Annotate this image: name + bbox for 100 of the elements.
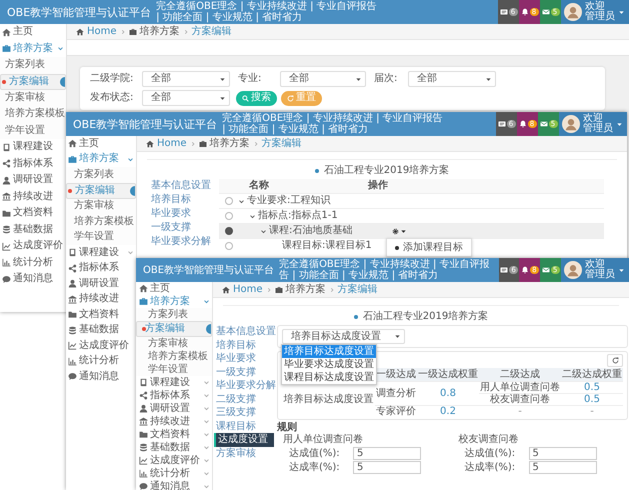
sidebar-item[interactable]: 基础数据 bbox=[0, 222, 66, 238]
sidebar-item[interactable]: 统计分析 bbox=[0, 254, 66, 271]
breadcrumb-link[interactable]: 培养方案 bbox=[210, 138, 250, 150]
breadcrumb-link[interactable]: Home bbox=[87, 26, 117, 38]
sidebar-item[interactable]: 培养方案 bbox=[66, 152, 136, 167]
tab[interactable]: 毕业要求分解 bbox=[214, 379, 274, 392]
select-field[interactable]: 全部 bbox=[280, 71, 366, 87]
sidebar-subitem[interactable]: 方案编辑 bbox=[0, 74, 66, 90]
refresh-button[interactable] bbox=[607, 354, 623, 367]
column-header: 二级达成权重 bbox=[562, 369, 622, 380]
sidebar-item[interactable]: 统计分析 bbox=[66, 354, 136, 369]
sidebar-item[interactable]: 通知消息 bbox=[136, 480, 212, 490]
weight-link[interactable]: 0.8 bbox=[440, 388, 456, 399]
sidebar-item[interactable]: 课程建设 bbox=[136, 376, 212, 389]
sidebar-item[interactable]: 调研设置 bbox=[0, 172, 66, 188]
select-field[interactable]: 培养目标达成度设置 bbox=[282, 329, 405, 344]
list-icon bbox=[500, 266, 508, 274]
table-cell: 调查分析 bbox=[376, 388, 416, 399]
sidebar-item[interactable]: 主页 bbox=[66, 136, 136, 152]
caret-icon bbox=[219, 94, 226, 102]
tab[interactable]: 培养目标 bbox=[214, 338, 274, 352]
breadcrumb-current: 方案编辑 bbox=[338, 284, 378, 296]
avatar[interactable] bbox=[564, 261, 582, 279]
select-field[interactable]: 全部 bbox=[408, 71, 496, 87]
tab[interactable]: 基本信息设置 bbox=[214, 325, 274, 338]
app-title: OBE教学智能管理与认证平台 bbox=[143, 264, 274, 276]
sidebar-item[interactable]: 达成度评价 bbox=[66, 338, 136, 354]
sidebar-item[interactable]: 培养方案 bbox=[0, 40, 66, 57]
tab[interactable]: 一级支撑 bbox=[149, 221, 213, 235]
sidebar-item[interactable]: 持续改进 bbox=[136, 415, 212, 428]
breadcrumb-link[interactable]: 培养方案 bbox=[286, 284, 326, 296]
table-cell: 专家评价 bbox=[376, 406, 416, 417]
plan-title: 石油工程专业2019培养方案 bbox=[362, 311, 488, 323]
sidebar-item[interactable]: 主页 bbox=[0, 24, 66, 40]
menu-item[interactable]: 添加课程目标 bbox=[387, 241, 471, 254]
dropdown-option[interactable]: 培养目标达成度设置 bbox=[282, 345, 376, 358]
sidebar-item[interactable]: 文档资料 bbox=[0, 205, 66, 222]
dropdown-option[interactable]: 毕业要求达成度设置 bbox=[282, 358, 376, 371]
tab[interactable]: 毕业要求 bbox=[214, 352, 274, 366]
sidebar-item[interactable]: 统计分析 bbox=[136, 467, 212, 480]
select-field[interactable]: 全部 bbox=[142, 71, 230, 87]
avatar[interactable] bbox=[564, 3, 582, 21]
sidebar-item[interactable]: 基础数据 bbox=[66, 322, 136, 338]
sidebar-item[interactable]: 通知消息 bbox=[66, 369, 136, 384]
input-field[interactable]: 5 bbox=[528, 461, 596, 474]
sidebar-item[interactable]: 调研设置 bbox=[66, 276, 136, 292]
breadcrumb-link[interactable]: Home bbox=[157, 138, 187, 150]
select-field[interactable]: 全部 bbox=[142, 90, 230, 106]
tab[interactable]: 达成度设置 bbox=[214, 433, 274, 446]
weight-link[interactable]: 0.5 bbox=[584, 382, 600, 393]
sidebar-item[interactable]: 课程建设 bbox=[0, 139, 66, 156]
weight-link[interactable]: 0.5 bbox=[584, 394, 600, 405]
sidebar-item[interactable]: 课程建设 bbox=[66, 245, 136, 260]
sidebar-item[interactable]: 指标体系 bbox=[136, 389, 212, 402]
radio-button[interactable] bbox=[225, 227, 233, 235]
home-icon bbox=[222, 286, 230, 294]
sidebar-item[interactable]: 指标体系 bbox=[0, 156, 66, 172]
tab[interactable]: 基本信息设置 bbox=[149, 179, 213, 193]
sidebar-item[interactable]: 培养方案 bbox=[136, 295, 212, 308]
radio-button[interactable] bbox=[225, 242, 233, 250]
tab[interactable]: 三级支撑 bbox=[214, 406, 274, 420]
input-field[interactable]: 5 bbox=[353, 447, 421, 460]
list-icon bbox=[500, 8, 508, 16]
tree-node-label: 指标点:指标点1-1 bbox=[258, 210, 338, 222]
breadcrumb-link[interactable]: 培养方案 bbox=[140, 26, 180, 38]
refresh-icon bbox=[612, 357, 618, 364]
sidebar-subitem[interactable]: 方案编辑 bbox=[66, 182, 136, 198]
input-field[interactable]: 5 bbox=[528, 447, 596, 460]
tree-node-label: 课程目标:课程目标1 bbox=[282, 240, 372, 252]
sidebar-item[interactable]: 基础数据 bbox=[136, 441, 212, 454]
sidebar-item[interactable]: 指标体系 bbox=[66, 260, 136, 276]
tab[interactable]: 课程目标 bbox=[214, 420, 274, 433]
envelope-icon bbox=[542, 266, 550, 274]
breadcrumb-link[interactable]: Home bbox=[233, 284, 263, 296]
input-field[interactable]: 5 bbox=[353, 461, 421, 474]
sidebar-subitem[interactable]: 方案编辑 bbox=[136, 321, 212, 337]
sidebar-item[interactable]: 持续改进 bbox=[66, 292, 136, 307]
book-icon bbox=[139, 378, 148, 387]
tab[interactable]: 二级支撑 bbox=[214, 392, 274, 406]
sidebar-item[interactable]: 主页 bbox=[136, 282, 212, 295]
sidebar-item[interactable]: 调研设置 bbox=[136, 402, 212, 415]
radio-button[interactable] bbox=[225, 212, 233, 220]
sidebar-item[interactable]: 持续改进 bbox=[0, 188, 66, 205]
avatar[interactable] bbox=[562, 115, 580, 133]
weight-link[interactable]: 0.2 bbox=[440, 406, 456, 417]
tab[interactable]: 方案审核 bbox=[214, 446, 274, 460]
sidebar-item[interactable]: 通知消息 bbox=[0, 271, 66, 288]
dropdown-option[interactable]: 课程目标达成度设置 bbox=[282, 371, 376, 384]
share-icon bbox=[2, 159, 11, 168]
sidebar-item[interactable]: 文档资料 bbox=[66, 307, 136, 322]
sidebar-item[interactable]: 达成度评价 bbox=[136, 454, 212, 467]
tab[interactable]: 一级支撑 bbox=[214, 366, 274, 379]
tab[interactable]: 培养目标 bbox=[149, 193, 213, 207]
plan-title: 石油工程专业2019培养方案 bbox=[324, 165, 450, 177]
caret-icon bbox=[618, 8, 625, 16]
sidebar-item[interactable]: 文档资料 bbox=[136, 428, 212, 441]
tab[interactable]: 毕业要求 bbox=[149, 207, 213, 221]
tab[interactable]: 毕业要求分解 bbox=[149, 235, 213, 249]
sidebar-item[interactable]: 达成度评价 bbox=[0, 238, 66, 254]
radio-button[interactable] bbox=[225, 197, 233, 205]
